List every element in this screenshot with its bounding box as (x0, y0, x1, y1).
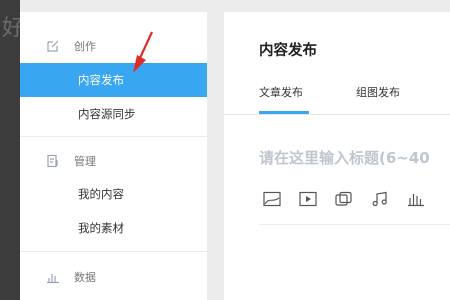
background-strip: 好 (0, 0, 24, 300)
editor-toolbar (259, 188, 450, 212)
sidebar-divider (20, 251, 207, 252)
page-title: 内容发布 (259, 43, 317, 59)
chart-icon (408, 194, 424, 207)
sidebar-section-data[interactable]: 数据 (20, 265, 207, 289)
insert-gallery-button[interactable] (333, 188, 355, 210)
title-input[interactable] (259, 145, 450, 171)
insert-video-button[interactable] (297, 188, 319, 210)
bar-chart-icon (47, 274, 59, 284)
sidebar-item-my-content[interactable]: 我的内容 (20, 177, 207, 211)
music-icon (372, 191, 387, 207)
tab-gallery-publish[interactable]: 组图发布 (356, 84, 400, 100)
tab-article-publish[interactable]: 文章发布 (259, 84, 303, 100)
sidebar-section-manage[interactable]: 管理 (20, 149, 207, 173)
sidebar-item-label: 我的素材 (78, 221, 124, 235)
sidebar: 创作 内容发布 内容源同步 管理 我的内容 我的素材 数据 (20, 12, 207, 300)
insert-chart-button[interactable] (405, 188, 427, 210)
sidebar-section-label: 管理 (74, 155, 96, 168)
toolbar-divider (259, 224, 450, 225)
sidebar-section-label: 创作 (74, 40, 96, 53)
video-icon (299, 191, 317, 207)
insert-image-button[interactable] (261, 188, 283, 210)
sidebar-section-label: 数据 (74, 271, 96, 284)
document-icon (47, 154, 58, 168)
edit-icon (47, 40, 59, 52)
sidebar-item-label: 内容发布 (78, 73, 124, 87)
main-panel: 内容发布 文章发布 组图发布 (224, 12, 450, 300)
image-icon (263, 191, 281, 207)
sidebar-item-content-sync[interactable]: 内容源同步 (20, 97, 207, 131)
sidebar-section-create[interactable]: 创作 (20, 34, 207, 58)
tab-bar: 文章发布 组图发布 (224, 84, 450, 115)
insert-music-button[interactable] (369, 188, 391, 210)
sidebar-item-content-publish[interactable]: 内容发布 (20, 63, 207, 97)
sidebar-divider (20, 136, 207, 137)
gallery-icon (335, 191, 352, 206)
sidebar-item-label: 我的内容 (78, 187, 124, 201)
sidebar-item-my-materials[interactable]: 我的素材 (20, 211, 207, 245)
sidebar-item-label: 内容源同步 (78, 107, 136, 121)
tabs-divider (224, 114, 450, 115)
